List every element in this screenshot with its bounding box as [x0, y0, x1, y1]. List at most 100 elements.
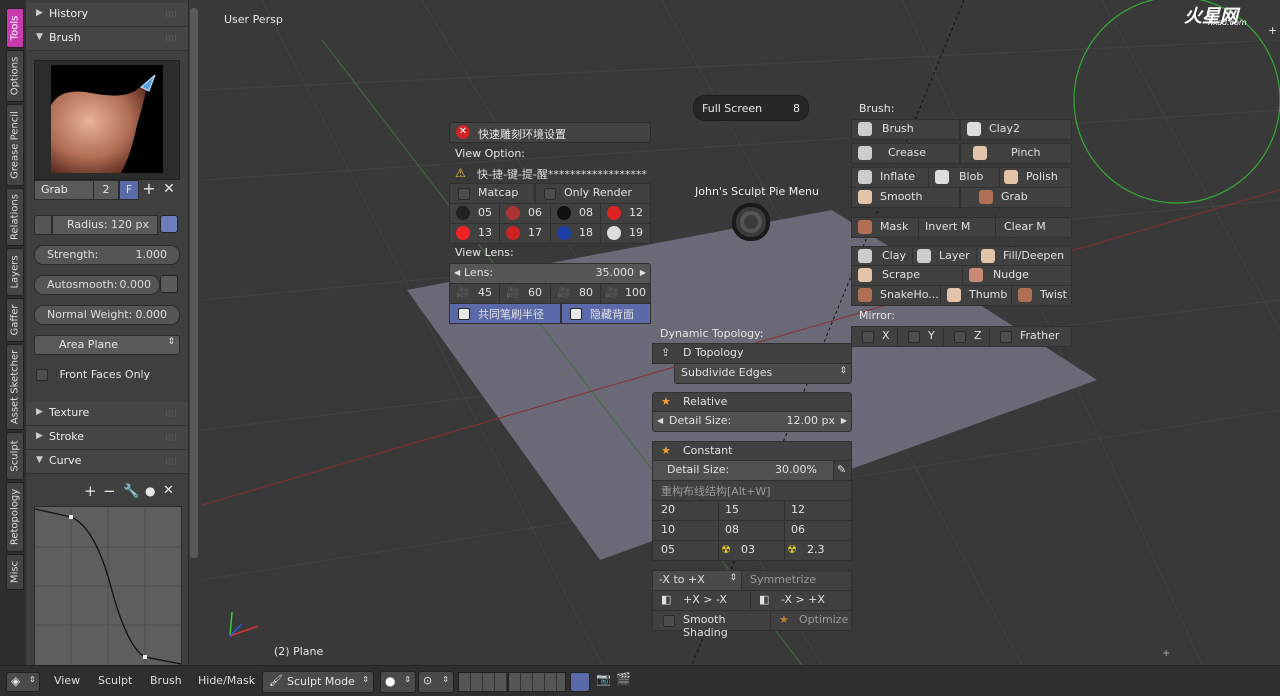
lens-field[interactable]: ◀ Lens: 35.000 ▶ [449, 263, 651, 284]
history-panel-header[interactable]: ▶ History [26, 3, 188, 27]
constant-button[interactable]: ★ Constant [652, 441, 852, 462]
menu-sculpt[interactable]: Sculpt [98, 674, 132, 687]
add-brush-icon[interactable]: + [140, 180, 158, 198]
only-render-toggle[interactable]: Only Render [535, 183, 651, 204]
close-icon[interactable]: ✕ [456, 125, 470, 139]
menu-hide-mask[interactable]: Hide/Mask [198, 674, 255, 687]
curve-add-icon[interactable]: + [84, 482, 97, 500]
brush-button-thumb[interactable]: Thumb [940, 285, 1012, 306]
brush-users-count[interactable]: 2 [93, 180, 119, 200]
tab-misc[interactable]: Misc [6, 554, 24, 590]
tool-shelf-scrollbar[interactable] [190, 8, 198, 558]
full-screen-button[interactable]: Full Screen 8 [693, 95, 809, 121]
lens-100-button[interactable]: 🎥 100 [600, 283, 651, 304]
detail-preset-08[interactable]: 08 [718, 520, 785, 541]
rebuild-topology-button[interactable]: 重构布线结构[Alt+W] [652, 480, 852, 501]
menu-brush[interactable]: Brush [150, 674, 182, 687]
drag-grip-icon[interactable] [166, 458, 178, 465]
subdivide-edges-dropdown[interactable]: Subdivide Edges ⇕ [674, 363, 852, 384]
tab-relations[interactable]: Relations [6, 188, 24, 246]
brush-panel-header[interactable]: ▼ Brush [26, 27, 188, 51]
texture-panel-header[interactable]: ▶ Texture [26, 402, 188, 426]
brush-button-clay2[interactable]: Clay2 [960, 119, 1072, 140]
fake-user-button[interactable]: F [119, 180, 139, 200]
mode-selector[interactable]: 🖌 Sculpt Mode ⇕ [262, 671, 374, 693]
area-plane-dropdown[interactable]: Area Plane ⇕ [34, 335, 180, 355]
pie-menu-center[interactable] [732, 203, 770, 241]
detail-preset-06[interactable]: 06 [784, 520, 852, 541]
viewport-shading-selector[interactable]: ● ⇕ [380, 671, 416, 693]
px-to-nx-button[interactable]: ◧ +X > -X [652, 590, 751, 611]
tab-layers[interactable]: Layers [6, 248, 24, 296]
drag-grip-icon[interactable] [166, 434, 178, 441]
curve-panel-header[interactable]: ▼ Curve [26, 450, 188, 474]
matcap-19-button[interactable]: 19 [600, 223, 651, 244]
lock-icon[interactable] [34, 215, 52, 235]
nx-to-px-button[interactable]: ◧ -X > +X [750, 590, 852, 611]
brush-button-snakehook[interactable]: SnakeHo... [851, 285, 941, 306]
matcap-17-button[interactable]: 17 [499, 223, 551, 244]
tab-tools[interactable]: Tools [6, 8, 24, 48]
tab-grease-pencil[interactable]: Grease Pencil [6, 104, 24, 186]
lens-60-button[interactable]: 🎥 60 [499, 283, 551, 304]
d-topology-button[interactable]: ⇪ D Topology [652, 343, 852, 364]
matcap-toggle[interactable]: Matcap [449, 183, 535, 204]
close-icon[interactable]: ✕ [160, 180, 178, 198]
render-clapper-icon[interactable]: 🎬 [616, 672, 631, 686]
matcap-08-button[interactable]: 08 [550, 203, 601, 224]
relative-detail-size-field[interactable]: ◀ Detail Size: 12.00 px ▶ [652, 411, 852, 432]
brush-button-pinch[interactable]: Pinch [960, 143, 1072, 164]
brush-name-field[interactable]: Grab [34, 180, 94, 200]
brush-button-grab[interactable]: Grab [960, 187, 1072, 208]
brush-button-scrape[interactable]: Scrape [851, 265, 963, 286]
tab-gaffer[interactable]: Gaffer [6, 298, 24, 342]
hide-backface-toggle[interactable]: 隐藏背面 [561, 303, 651, 324]
autosmooth-field[interactable]: Autosmooth: 0.000 [34, 275, 160, 295]
lens-45-button[interactable]: 🎥 45 [449, 283, 500, 304]
same-brush-radius-toggle[interactable]: 共同笔刷半径 [449, 303, 561, 324]
close-icon[interactable]: ✕ [163, 483, 174, 498]
brush-button-fill-deepen[interactable]: Fill/Deepen [976, 246, 1072, 267]
invert-mask-button[interactable]: Invert M [918, 217, 996, 238]
detail-preset-20[interactable]: 20 [652, 500, 719, 521]
normal-weight-field[interactable]: Normal Weight: 0.000 [34, 305, 180, 325]
mirror-z-toggle[interactable]: Z [943, 326, 990, 347]
brush-button-nudge[interactable]: Nudge [962, 265, 1072, 286]
render-camera-icon[interactable]: 📷 [596, 672, 611, 686]
symmetrize-button[interactable]: Symmetrize [741, 570, 852, 591]
relative-button[interactable]: ★ Relative [652, 392, 852, 413]
clear-mask-button[interactable]: Clear M [995, 217, 1072, 238]
brush-button-polish[interactable]: Polish [999, 167, 1072, 188]
constant-detail-size-field[interactable]: Detail Size: 30.00% [652, 460, 834, 481]
detail-preset-12[interactable]: 12 [784, 500, 852, 521]
radius-field[interactable]: Radius: 120 px [52, 215, 158, 235]
optimize-button[interactable]: ★ Optimize [770, 610, 852, 631]
pressure-icon[interactable] [160, 215, 178, 233]
brush-button-layer[interactable]: Layer [912, 246, 977, 267]
brush-button-blob[interactable]: Blob [928, 167, 1000, 188]
mask-button[interactable]: Mask [851, 217, 919, 238]
brush-button-twist[interactable]: Twist [1011, 285, 1072, 306]
drag-grip-icon[interactable] [166, 35, 178, 42]
add-region-icon[interactable]: + [1268, 24, 1280, 37]
frather-toggle[interactable]: Frather [989, 326, 1072, 347]
detail-preset-2-3[interactable]: ☢ 2.3 [784, 540, 852, 561]
detail-preset-03[interactable]: ☢ 03 [718, 540, 785, 561]
layer-lock-icon[interactable] [570, 672, 590, 692]
menu-view[interactable]: View [54, 674, 80, 687]
front-faces-only-checkbox[interactable]: Front Faces Only [36, 368, 150, 381]
matcap-12-button[interactable]: 12 [600, 203, 651, 224]
editor-type-button[interactable]: ◈ ⇕ [6, 672, 40, 692]
pressure-icon[interactable] [160, 275, 178, 293]
env-settings-header[interactable]: ✕ 快速雕刻环境设置 [449, 122, 651, 143]
detail-preset-15[interactable]: 15 [718, 500, 785, 521]
curve-remove-icon[interactable]: − [103, 482, 116, 500]
tab-asset-sketcher[interactable]: Asset Sketcher [6, 344, 24, 430]
mirror-y-toggle[interactable]: Y [897, 326, 944, 347]
add-region-icon[interactable]: + [1162, 648, 1170, 659]
eyedropper-icon[interactable]: ✎ [833, 460, 852, 481]
drag-grip-icon[interactable] [166, 410, 178, 417]
layer-buttons-group-2[interactable] [508, 672, 566, 692]
matcap-18-button[interactable]: 18 [550, 223, 601, 244]
brush-button-clay[interactable]: Clay [851, 246, 913, 267]
